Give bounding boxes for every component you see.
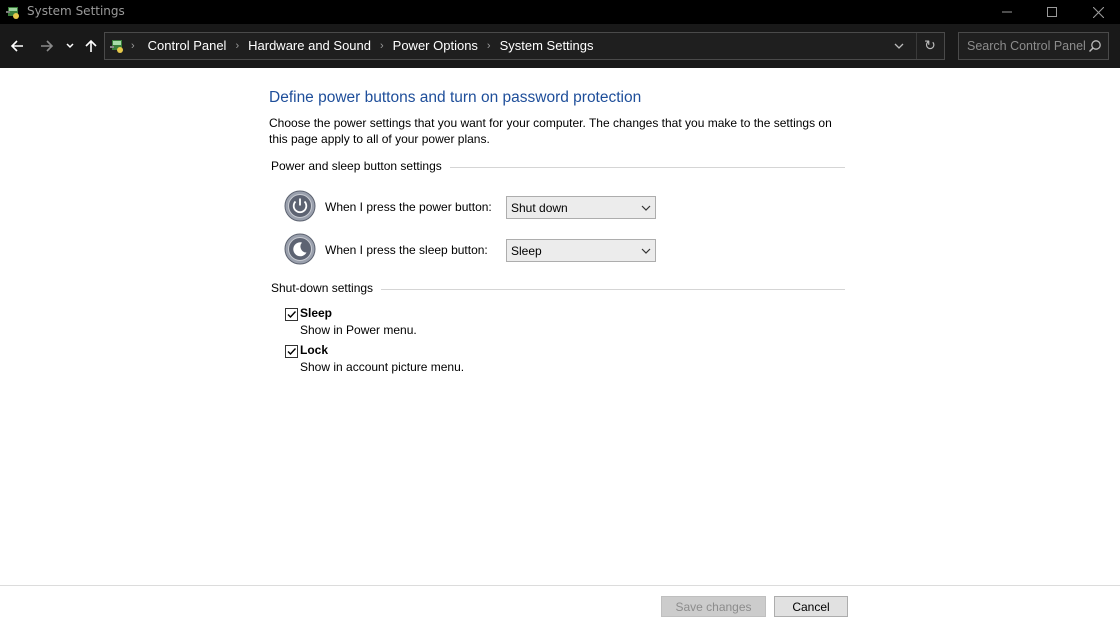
power-sleep-section-header: Power and sleep button settings (271, 159, 845, 175)
lock-option-description: Show in account picture menu. (300, 360, 465, 374)
breadcrumb-hardware-and-sound[interactable]: Hardware and Sound (248, 38, 371, 53)
search-icon[interactable] (1088, 39, 1102, 53)
maximize-icon (1047, 7, 1057, 17)
breadcrumb-separator-icon[interactable]: › (380, 40, 384, 52)
breadcrumb-power-options[interactable]: Power Options (393, 38, 478, 53)
power-button-icon (284, 190, 316, 222)
arrow-right-icon (41, 40, 54, 52)
page-description: Choose the power settings that you want … (269, 116, 832, 146)
refresh-icon: ↻ (924, 38, 936, 54)
breadcrumb-system-settings[interactable]: System Settings (500, 38, 594, 53)
maximize-button[interactable] (1029, 0, 1075, 24)
chevron-down-icon (641, 205, 651, 211)
sleep-button-action-select[interactable]: Sleep (506, 239, 656, 262)
window-title: System Settings (27, 4, 125, 18)
cancel-button[interactable]: Cancel (774, 596, 848, 617)
power-button-action-select[interactable]: Shut down (506, 196, 656, 219)
control-panel-app-icon (6, 7, 19, 19)
arrow-left-icon (10, 40, 23, 52)
minimize-icon (1002, 11, 1012, 13)
chevron-down-icon (894, 43, 904, 49)
address-history-button[interactable] (890, 37, 908, 55)
lock-checkbox[interactable] (285, 345, 298, 358)
chevron-down-icon (66, 43, 74, 49)
footer-divider (0, 585, 1120, 586)
breadcrumb-separator-icon[interactable]: › (235, 40, 239, 52)
checkmark-icon (287, 311, 297, 319)
up-button[interactable] (81, 36, 101, 56)
lock-option-title[interactable]: Lock (300, 343, 328, 357)
minimize-button[interactable] (984, 0, 1030, 24)
address-bar[interactable]: › Control Panel › Hardware and Sound › P… (104, 32, 945, 60)
checkmark-icon (287, 348, 297, 356)
close-button[interactable] (1075, 0, 1120, 24)
sleep-option-description: Show in Power menu. (300, 323, 417, 337)
power-button-label: When I press the power button: (325, 200, 492, 214)
sleep-button-action-value: Sleep (511, 244, 542, 258)
title-bar: System Settings (0, 0, 1120, 24)
power-button-action-value: Shut down (511, 201, 568, 215)
save-changes-button[interactable]: Save changes (661, 596, 766, 617)
close-icon (1092, 6, 1104, 18)
breadcrumb-separator-icon[interactable]: › (131, 40, 135, 52)
control-panel-icon (110, 40, 123, 53)
refresh-button[interactable]: ↻ (920, 37, 940, 55)
back-button[interactable] (7, 36, 27, 56)
chevron-down-icon (641, 248, 651, 254)
search-input[interactable] (959, 33, 1087, 59)
section-title: Power and sleep button settings (271, 159, 450, 173)
forward-button[interactable] (37, 36, 57, 56)
address-divider (916, 33, 917, 59)
section-title: Shut-down settings (271, 281, 382, 295)
breadcrumb-control-panel[interactable]: Control Panel (148, 38, 227, 53)
page-title: Define power buttons and turn on passwor… (269, 89, 642, 106)
sleep-checkbox[interactable] (285, 308, 298, 321)
arrow-up-icon (85, 39, 97, 52)
navigation-bar: › Control Panel › Hardware and Sound › P… (0, 24, 1120, 68)
search-box[interactable] (958, 32, 1109, 60)
sleep-button-label: When I press the sleep button: (325, 243, 488, 257)
sleep-option-title[interactable]: Sleep (300, 306, 332, 320)
sleep-button-icon (284, 233, 316, 265)
breadcrumb: › Control Panel › Hardware and Sound › P… (129, 38, 594, 53)
breadcrumb-separator-icon[interactable]: › (487, 40, 491, 52)
recent-locations-button[interactable] (62, 36, 78, 56)
shutdown-section-header: Shut-down settings (271, 281, 845, 297)
